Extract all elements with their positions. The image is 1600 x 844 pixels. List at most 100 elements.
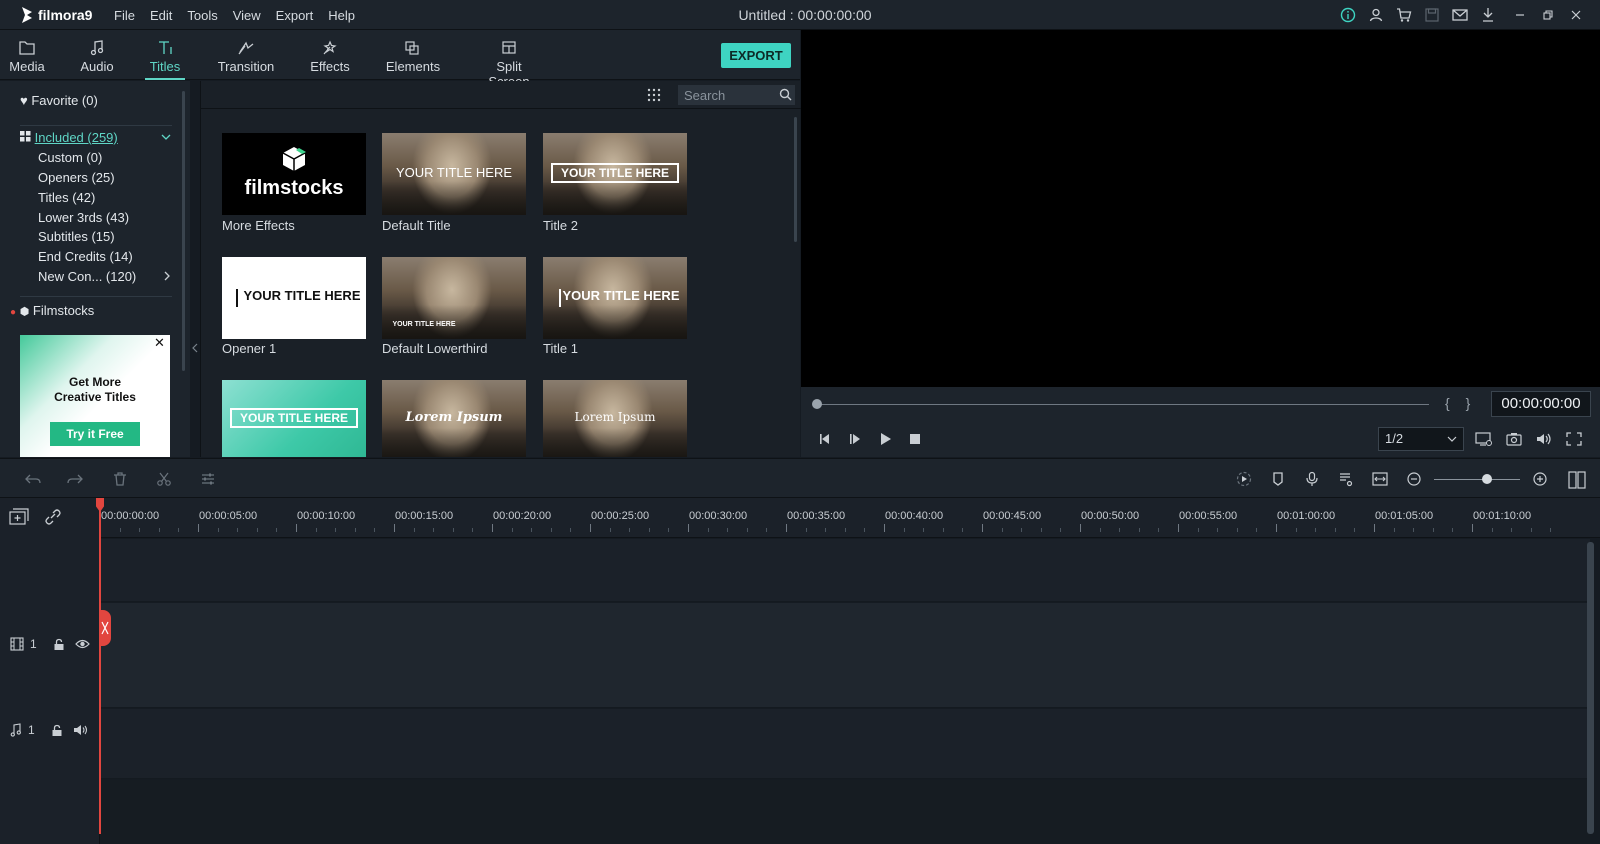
preview-scrubber-track[interactable] <box>817 404 1429 405</box>
title-tile-title-2[interactable]: YOUR TITLE HERE <box>543 133 687 215</box>
playhead-line[interactable] <box>99 498 101 834</box>
mark-in-out-buttons[interactable]: { } <box>1445 395 1476 411</box>
title-tile-gradient-title[interactable]: YOUR TITLE HERE <box>222 380 366 457</box>
ruler-minor-tick <box>1432 528 1434 532</box>
lock-icon[interactable] <box>53 638 65 651</box>
link-icon[interactable] <box>44 509 62 525</box>
tab-audio[interactable]: Audio <box>74 30 120 80</box>
account-icon[interactable] <box>1366 5 1386 25</box>
menu-export[interactable]: Export <box>276 8 314 23</box>
zoom-out-icon[interactable] <box>1406 471 1422 487</box>
fit-timeline-icon[interactable] <box>1372 471 1388 487</box>
menu-view[interactable]: View <box>233 8 261 23</box>
ruler-minor-tick <box>1060 528 1062 532</box>
info-icon[interactable] <box>1338 5 1358 25</box>
title-tile-title-1[interactable]: YOUR TITLE HERE <box>543 257 687 339</box>
play-icon[interactable] <box>877 431 893 447</box>
menu-edit[interactable]: Edit <box>150 8 172 23</box>
close-icon[interactable] <box>1566 5 1586 25</box>
search-input[interactable] <box>678 85 795 105</box>
ad-close-icon[interactable]: ✕ <box>154 336 166 349</box>
playback-quality-dropdown[interactable]: 1/2 <box>1378 427 1464 451</box>
empty-track-area[interactable] <box>100 539 1590 602</box>
menu-file[interactable]: File <box>114 8 135 23</box>
subcategory-lower-3rds[interactable]: Lower 3rds (43) <box>38 210 129 225</box>
lock-icon[interactable] <box>51 724 63 737</box>
skip-back-icon[interactable] <box>817 431 833 447</box>
thumb-title-text: YOUR TITLE HERE <box>243 288 361 303</box>
adjust-sliders-icon[interactable] <box>200 471 216 487</box>
microphone-icon[interactable] <box>1304 471 1320 487</box>
render-preview-icon[interactable] <box>1236 471 1252 487</box>
chevron-down-icon[interactable] <box>161 133 171 141</box>
subcategory-subtitles[interactable]: Subtitles (15) <box>38 229 115 244</box>
timeline-layout-icon[interactable] <box>1568 471 1586 489</box>
category-included[interactable]: Included (259) <box>20 130 118 145</box>
sidebar-scrollbar[interactable] <box>182 91 185 371</box>
snapshot-camera-icon[interactable] <box>1505 431 1523 447</box>
stop-icon[interactable] <box>907 431 923 447</box>
preview-scrubber-handle[interactable] <box>812 399 822 409</box>
filmstocks-ad-banner[interactable]: ✕ Get More Creative Titles Try it Free <box>20 335 170 457</box>
zoom-slider-track[interactable] <box>1434 479 1520 480</box>
title-tile-default-title[interactable]: YOUR TITLE HERE <box>382 133 526 215</box>
save-icon[interactable] <box>1422 5 1442 25</box>
zoom-slider-handle[interactable] <box>1482 474 1492 484</box>
fullscreen-icon[interactable] <box>1565 431 1583 447</box>
tab-titles[interactable]: Titles <box>145 30 185 80</box>
subcategory-end-credits[interactable]: End Credits (14) <box>38 249 133 264</box>
redo-icon[interactable] <box>67 471 83 487</box>
subcategory-openers[interactable]: Openers (25) <box>38 170 115 185</box>
tab-elements[interactable]: Elements <box>384 30 442 80</box>
category-favorite[interactable]: ♥ Favorite (0) <box>20 93 98 108</box>
ruler-minor-tick <box>550 528 552 532</box>
volume-icon[interactable] <box>1535 431 1553 447</box>
timeline-ruler[interactable]: 00:00:00:00 00:00:05:00 00:00:10:00 00:00:1… <box>100 498 1600 538</box>
grid-view-icon[interactable] <box>647 88 661 102</box>
mail-icon[interactable] <box>1450 5 1470 25</box>
subcategory-new-content[interactable]: New Con... (120) <box>38 269 136 284</box>
subcategory-custom[interactable]: Custom (0) <box>38 150 102 165</box>
undo-icon[interactable] <box>25 471 41 487</box>
delete-trash-icon[interactable] <box>112 471 128 487</box>
menu-tools[interactable]: Tools <box>187 8 217 23</box>
export-button[interactable]: EXPORT <box>721 43 791 68</box>
library-scrollbar[interactable] <box>794 117 797 242</box>
tab-effects[interactable]: Effects <box>304 30 356 80</box>
timeline-vertical-scrollbar[interactable] <box>1587 542 1594 834</box>
chevron-right-icon[interactable] <box>163 271 171 281</box>
title-tile-default-lowerthird[interactable]: YOUR TITLE HERE <box>382 257 526 339</box>
add-track-icon[interactable] <box>9 508 29 526</box>
audio-mixer-icon[interactable] <box>1338 471 1354 487</box>
tab-media[interactable]: Media <box>4 30 50 80</box>
category-filmstocks[interactable]: ● ⬢ Filmstocks <box>10 303 94 318</box>
music-note-icon <box>90 40 104 56</box>
restore-icon[interactable] <box>1538 5 1558 25</box>
title-tile-more-effects[interactable]: filmstocks <box>222 133 366 215</box>
playhead-split-button[interactable] <box>99 610 111 646</box>
download-icon[interactable] <box>1478 5 1498 25</box>
zoom-in-icon[interactable] <box>1532 471 1548 487</box>
audio-track-lane[interactable] <box>100 709 1590 779</box>
marker-icon[interactable] <box>1270 471 1286 487</box>
tab-split-screen[interactable]: Split Screen <box>474 30 544 89</box>
title-tile-lorem-serif[interactable]: Lorem Ipsum <box>543 380 687 457</box>
preview-viewer[interactable] <box>801 30 1600 387</box>
step-forward-icon[interactable] <box>847 431 863 447</box>
display-settings-icon[interactable] <box>1475 431 1493 447</box>
title-tile-lorem-script[interactable]: Lorem Ipsum <box>382 380 526 457</box>
speaker-icon[interactable] <box>73 724 88 736</box>
eye-icon[interactable] <box>74 638 90 650</box>
try-it-free-button[interactable]: Try it Free <box>50 422 140 446</box>
menu-help[interactable]: Help <box>328 8 355 23</box>
minimize-icon[interactable] <box>1510 5 1530 25</box>
collapse-sidebar-icon[interactable] <box>191 341 199 355</box>
tab-transition[interactable]: Transition <box>212 30 280 80</box>
subcategory-titles[interactable]: Titles (42) <box>38 190 95 205</box>
scissors-icon[interactable] <box>156 471 172 487</box>
title-tile-opener-1[interactable]: YOUR TITLE HERE <box>222 257 366 339</box>
cart-icon[interactable] <box>1394 5 1414 25</box>
ruler-minor-tick <box>1217 528 1219 532</box>
search-icon[interactable] <box>779 88 792 101</box>
video-track-lane[interactable] <box>100 603 1590 708</box>
